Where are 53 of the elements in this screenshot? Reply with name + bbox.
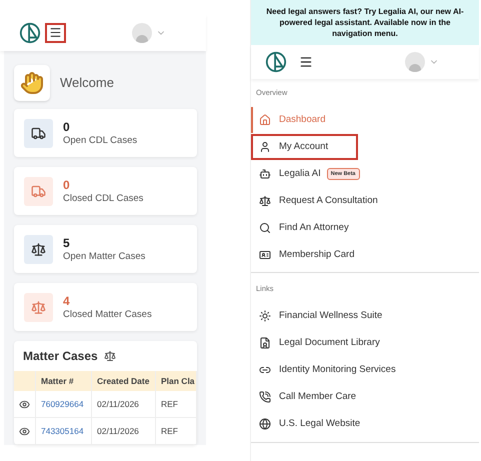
menu-button[interactable] [45,22,66,42]
column-header: Created Date [92,371,156,391]
stat-count: 0 [63,178,71,193]
nav-item[interactable]: Find An Attorney [251,214,361,241]
scales-icon [31,242,46,256]
stat-label: Open CDL Cases [63,134,138,146]
nav-item[interactable]: My Account [251,134,358,160]
document-icon [259,337,271,349]
stat-label: Closed CDL Cases [63,192,144,204]
truck-icon [31,184,46,198]
stat-count: 4 [63,294,71,309]
nav-item[interactable]: Financial Wellness Suite [251,303,394,329]
table-cell: REF [161,398,178,410]
table-cell: REF [161,424,178,438]
phone-icon [259,391,271,403]
truck-icon [31,126,46,140]
view-icon[interactable] [19,426,30,436]
matter-link[interactable]: 743305164 [41,424,84,438]
stat-label: Open Matter Cases [63,250,146,262]
column-header: Matter # [36,371,92,391]
logo-icon [19,22,41,44]
table-cell: 02/11/2026 [97,398,139,410]
card-title: Matter Cases [23,348,98,365]
logo-icon [265,51,287,73]
menu-icon[interactable] [299,55,313,69]
welcome-heading: Welcome [60,74,114,92]
menu-icon [49,26,62,39]
waving-hand-icon [20,71,44,95]
nav-item[interactable]: U.S. Legal Website [251,411,372,437]
nav-item[interactable]: Membership Card [251,242,366,268]
user-icon [259,140,271,153]
banner-text: Need legal answers fast? Try Legalia AI, our new AI-powered legal assistant. Available now in the navigation menu. [265,6,465,39]
home-icon [259,114,271,126]
nav-item[interactable]: Legalia AI [251,160,327,187]
stat-count: 0 [63,120,71,135]
scales-icon [259,194,271,207]
scales-icon [31,300,46,314]
nav-item[interactable]: Request A Consultation [251,188,390,214]
search-icon [259,222,271,234]
table-cell: 02/11/2026 [97,424,139,438]
nav-item[interactable]: Call Member Care [251,384,368,410]
stat-label: Closed Matter Cases [63,308,152,320]
nav-item[interactable]: Legal Document Library [251,330,392,356]
link-icon [259,364,271,376]
nav-item[interactable]: Identity Monitoring Services [251,357,408,383]
stat-count: 5 [63,236,71,251]
scales-icon [104,350,116,362]
column-header: Plan Cla [156,371,197,391]
matter-link[interactable]: 760929664 [41,398,84,410]
id-card-icon [259,248,271,261]
robot-icon [259,168,271,180]
view-icon[interactable] [19,398,30,410]
globe-icon [259,418,271,430]
